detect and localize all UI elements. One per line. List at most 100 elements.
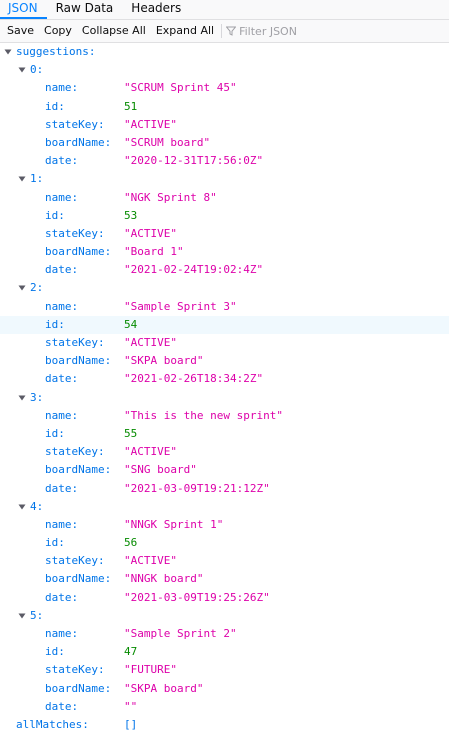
json-key: 0: bbox=[30, 63, 44, 77]
json-value: "ACTIVE" bbox=[124, 226, 177, 240]
json-key: id: bbox=[45, 99, 65, 113]
json-key: stateKey: bbox=[45, 336, 105, 349]
expand-toggle-icon[interactable] bbox=[17, 279, 27, 297]
json-key: id: bbox=[45, 645, 65, 659]
json-row-item[interactable]: 3: bbox=[0, 389, 449, 407]
json-row-field: id: 53 bbox=[0, 207, 449, 225]
json-key: name: bbox=[45, 517, 79, 531]
json-value: "ACTIVE" bbox=[124, 554, 177, 568]
json-value: "2020-12-31T17:56:0Z" bbox=[124, 154, 264, 168]
json-row-item[interactable]: 1: bbox=[0, 170, 449, 188]
json-row-field: id: 54 bbox=[0, 315, 449, 334]
json-row-field: date: "2021-02-26T18:34:2Z" bbox=[0, 370, 449, 388]
json-value: [] bbox=[124, 717, 138, 731]
json-value: "2021-03-09T19:21:12Z" bbox=[124, 481, 270, 495]
json-value: "SCRUM board" bbox=[124, 135, 211, 149]
json-key: name: bbox=[45, 299, 79, 313]
toolbar-divider bbox=[221, 24, 223, 38]
expand-toggle-icon[interactable] bbox=[17, 607, 27, 625]
json-key: stateKey: bbox=[45, 554, 105, 568]
json-value: "ACTIVE" bbox=[124, 117, 177, 131]
json-value: "2021-03-09T19:25:26Z" bbox=[124, 590, 270, 604]
json-key: 3: bbox=[30, 390, 44, 404]
expand-toggle-icon[interactable] bbox=[17, 389, 27, 407]
filter-placeholder: Filter JSON bbox=[239, 24, 297, 38]
json-key: name: bbox=[45, 81, 79, 95]
json-key: id: bbox=[45, 208, 65, 222]
json-key: boardName: bbox=[45, 354, 112, 368]
expand-toggle-icon[interactable] bbox=[17, 170, 27, 188]
save-button[interactable]: Save bbox=[0, 20, 39, 42]
expand-toggle-icon[interactable] bbox=[3, 43, 13, 61]
json-value: 54 bbox=[124, 317, 138, 331]
json-row-field: boardName: "Board 1" bbox=[0, 243, 449, 261]
json-value: "SKPA board" bbox=[124, 354, 204, 368]
json-row-field: date: "2020-12-31T17:56:0Z" bbox=[0, 152, 449, 170]
json-row-field: boardName: "SNG board" bbox=[0, 461, 449, 479]
tab-headers[interactable]: Headers bbox=[122, 0, 190, 19]
json-row-field: id: 56 bbox=[0, 534, 449, 552]
json-row-field: name: "SCRUM Sprint 45" bbox=[0, 79, 449, 97]
json-row-item[interactable]: 4: bbox=[0, 498, 449, 516]
json-row-field: name: "NGK Sprint 8" bbox=[0, 189, 449, 207]
json-value: "Board 1" bbox=[124, 245, 184, 259]
json-row-field: stateKey: "ACTIVE" bbox=[0, 443, 449, 461]
json-row-field: stateKey: "ACTIVE" bbox=[0, 225, 449, 243]
json-row-field: date: "2021-03-09T19:21:12Z" bbox=[0, 480, 449, 498]
json-value: "ACTIVE" bbox=[124, 336, 177, 349]
tab-bar: JSON Raw Data Headers bbox=[0, 0, 449, 20]
collapse-all-button[interactable]: Collapse All bbox=[77, 20, 151, 42]
json-key: date: bbox=[45, 590, 79, 604]
json-row-field: name: "Sample Sprint 3" bbox=[0, 298, 449, 316]
json-row-field: id: 55 bbox=[0, 425, 449, 443]
json-row-field: name: "This is the new sprint" bbox=[0, 407, 449, 425]
json-key: 5: bbox=[30, 608, 44, 622]
json-value: "SCRUM Sprint 45" bbox=[124, 81, 237, 95]
json-key: id: bbox=[45, 536, 65, 550]
json-row-item[interactable]: 5: bbox=[0, 607, 449, 625]
json-key: id: bbox=[45, 426, 65, 440]
json-key: boardName: bbox=[45, 135, 112, 149]
expand-toggle-icon[interactable] bbox=[17, 61, 27, 79]
json-row-field: date: "" bbox=[0, 698, 449, 716]
json-key: suggestions: bbox=[16, 45, 96, 58]
json-value: "Sample Sprint 2" bbox=[124, 627, 237, 640]
json-value: "FUTURE" bbox=[124, 663, 177, 677]
json-row-field: boardName: "SCRUM board" bbox=[0, 134, 449, 152]
json-value: "NNGK board" bbox=[124, 572, 204, 586]
json-row-item[interactable]: 0: bbox=[0, 61, 449, 79]
copy-button[interactable]: Copy bbox=[39, 20, 77, 42]
json-row-field: boardName: "SKPA board" bbox=[0, 352, 449, 370]
json-key: name: bbox=[45, 408, 79, 422]
json-key: date: bbox=[45, 699, 79, 713]
tab-json[interactable]: JSON bbox=[0, 0, 47, 19]
json-key: date: bbox=[45, 154, 79, 168]
json-tree: suggestions: 0: name: "SCRUM Sprint 45" id: 5… bbox=[0, 43, 449, 734]
json-key: boardName: bbox=[45, 572, 112, 586]
filter-json-input[interactable]: Filter JSON bbox=[226, 20, 297, 42]
json-key: allMatches: bbox=[16, 717, 89, 731]
json-value: "" bbox=[124, 699, 138, 713]
json-row-field: boardName: "NNGK board" bbox=[0, 570, 449, 588]
json-row-field: name: "Sample Sprint 2" bbox=[0, 625, 449, 643]
json-key: date: bbox=[45, 372, 79, 386]
tab-raw-data[interactable]: Raw Data bbox=[47, 0, 123, 19]
json-key: boardName: bbox=[45, 681, 112, 695]
json-key: name: bbox=[45, 190, 79, 204]
json-row-field: stateKey: "ACTIVE" bbox=[0, 552, 449, 570]
json-row-field: stateKey: "FUTURE" bbox=[0, 661, 449, 679]
json-value: "SKPA board" bbox=[124, 681, 204, 695]
json-row-field: date: "2021-03-09T19:25:26Z" bbox=[0, 589, 449, 607]
json-row-field: date: "2021-02-24T19:02:4Z" bbox=[0, 261, 449, 279]
json-key: date: bbox=[45, 481, 79, 495]
json-row-suggestions[interactable]: suggestions: bbox=[0, 43, 449, 61]
json-key: stateKey: bbox=[45, 117, 105, 131]
expand-toggle-icon[interactable] bbox=[17, 498, 27, 516]
json-key: 2: bbox=[30, 281, 44, 295]
json-row-item[interactable]: 2: bbox=[0, 279, 449, 297]
json-row-field: stateKey: "ACTIVE" bbox=[0, 116, 449, 134]
json-value: "This is the new sprint" bbox=[124, 408, 283, 422]
expand-all-button[interactable]: Expand All bbox=[151, 20, 219, 42]
json-key: boardName: bbox=[45, 463, 112, 477]
json-key: boardName: bbox=[45, 245, 112, 259]
